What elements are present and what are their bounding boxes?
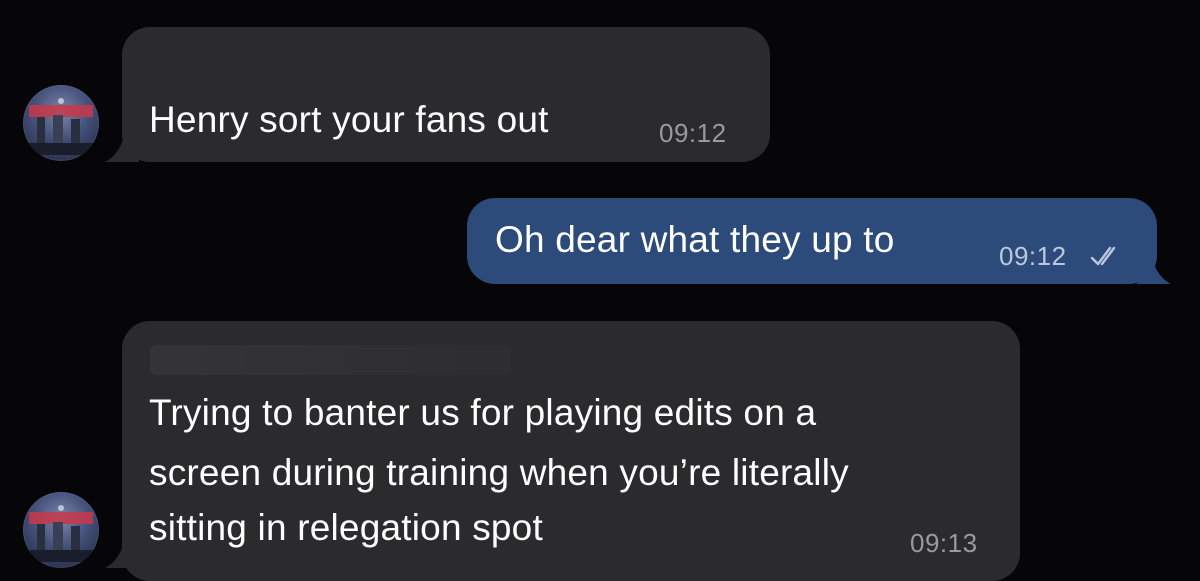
outgoing-message-bubble[interactable]: Oh dear what they up to 09:12 xyxy=(467,198,1157,284)
sender-avatar[interactable] xyxy=(23,492,99,568)
incoming-message-bubble[interactable]: Henry sort your fans out 09:12 xyxy=(122,27,770,162)
message-text-line: Trying to banter us for playing edits on… xyxy=(149,392,817,433)
message-text: Henry sort your fans out xyxy=(149,99,549,140)
sender-avatar[interactable] xyxy=(23,85,99,161)
profile-photo-icon xyxy=(29,98,93,155)
double-check-icon xyxy=(1090,246,1116,266)
profile-photo-icon xyxy=(29,505,93,562)
message-timestamp: 09:12 xyxy=(659,118,727,148)
message-text-line: sitting in relegation spot xyxy=(149,507,543,548)
message-text-line: screen during training when you’re liter… xyxy=(149,452,849,493)
message-timestamp: 09:13 xyxy=(910,528,978,558)
redacted-sender-name xyxy=(150,345,510,375)
message-timestamp: 09:12 xyxy=(999,241,1067,271)
message-text: Oh dear what they up to xyxy=(495,219,895,260)
incoming-message-bubble[interactable]: Trying to banter us for playing edits on… xyxy=(122,321,1020,581)
